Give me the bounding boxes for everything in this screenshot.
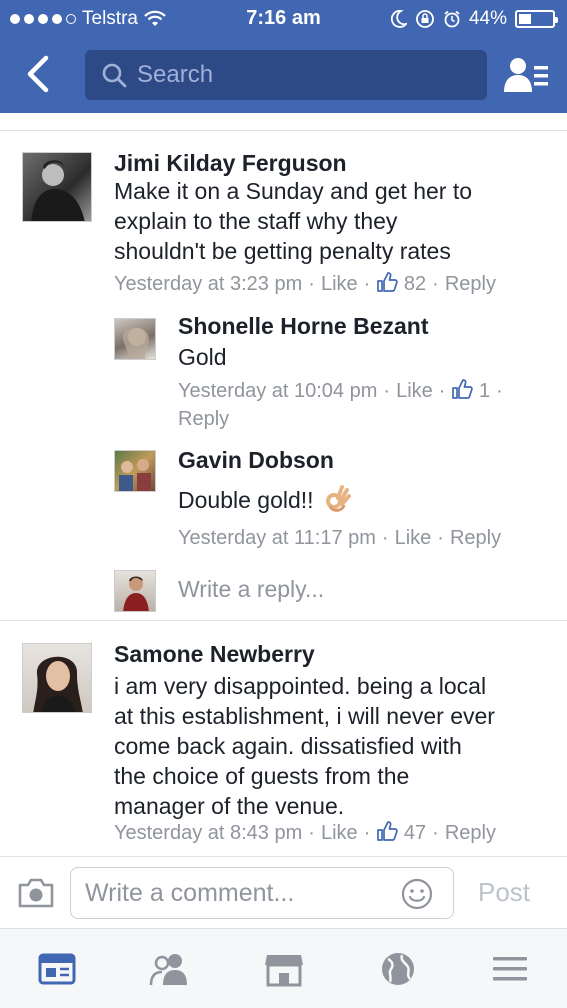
status-bar: Telstra 7:16 am 44% <box>0 0 567 36</box>
like-thumb-icon <box>452 379 474 399</box>
avatar[interactable] <box>22 643 92 713</box>
battery-icon <box>515 10 558 28</box>
comment-text: i am very disappointed. being a local at… <box>114 671 559 821</box>
divider <box>0 620 567 621</box>
comment-composer: Post <box>0 856 567 928</box>
comment-meta: Yesterday at 8:43 pm · Like · 47 · Reply <box>114 821 496 844</box>
reply-link[interactable]: Reply <box>445 822 496 844</box>
comment-text-line: come back again. dissatisfied with <box>114 733 462 759</box>
comment-text: Double gold!! <box>178 484 352 515</box>
comment-input[interactable] <box>85 868 385 918</box>
comment-text-line: i am very disappointed. being a local <box>114 673 487 699</box>
comment-text-line: Make it on a Sunday and get her to <box>114 178 473 204</box>
divider <box>0 130 567 131</box>
tab-bar <box>0 928 567 1008</box>
avatar <box>114 570 156 612</box>
marketplace-icon[interactable] <box>262 949 306 989</box>
like-thumb-icon <box>377 821 399 841</box>
comment-text-line: manager of the venue. <box>114 793 345 819</box>
ok-hand-emoji-icon <box>325 485 351 512</box>
search-bar[interactable] <box>85 50 487 100</box>
post-button[interactable]: Post <box>478 877 530 908</box>
avatar[interactable] <box>114 318 156 360</box>
comment-text-line: the choice of guests from the <box>114 763 410 789</box>
news-feed-icon[interactable] <box>36 949 80 989</box>
comment-time[interactable]: Yesterday at 11:17 pm <box>178 527 376 549</box>
search-icon <box>102 63 127 88</box>
reply-link[interactable]: Reply <box>445 273 496 295</box>
comment-text: Make it on a Sunday and get her to expla… <box>114 176 554 266</box>
like-link[interactable]: Like <box>396 380 433 402</box>
comment-time[interactable]: Yesterday at 8:43 pm <box>114 822 302 844</box>
comment-text-line: at this establishment, i will never ever <box>114 703 495 729</box>
avatar[interactable] <box>22 152 92 222</box>
like-link[interactable]: Like <box>321 273 358 295</box>
reply-link[interactable]: Reply <box>178 408 229 430</box>
commenter-name[interactable]: Gavin Dobson <box>178 447 334 474</box>
like-count[interactable]: 82 <box>404 273 426 295</box>
comment-text-line: shouldn't be getting penalty rates <box>114 238 451 264</box>
globe-icon[interactable] <box>376 949 420 989</box>
menu-icon[interactable] <box>488 949 532 989</box>
comment-meta: Yesterday at 3:23 pm · Like · 82 · Reply <box>114 272 496 295</box>
top-bar: Telstra 7:16 am 44% <box>0 0 567 113</box>
comment-text-line: explain to the staff why they <box>114 208 398 234</box>
comment-text: Gold <box>178 344 227 370</box>
like-count[interactable]: 1 <box>479 380 490 402</box>
like-link[interactable]: Like <box>395 527 432 549</box>
commenter-name[interactable]: Shonelle Horne Bezant <box>178 313 428 340</box>
like-link[interactable]: Like <box>321 822 358 844</box>
battery-percent: 44% <box>468 8 507 29</box>
comment-box[interactable] <box>70 867 454 919</box>
search-input[interactable] <box>137 50 477 100</box>
like-thumb-icon <box>377 272 399 292</box>
comment-text-body: Double gold!! <box>178 487 314 513</box>
back-chevron-icon[interactable] <box>22 54 58 94</box>
friend-list-icon[interactable] <box>502 56 550 94</box>
camera-icon[interactable] <box>17 877 55 909</box>
comment-time[interactable]: Yesterday at 3:23 pm <box>114 273 302 295</box>
moon-icon <box>390 10 407 28</box>
rotation-lock-icon <box>416 10 434 28</box>
comment-time[interactable]: Yesterday at 10:04 pm <box>178 380 377 402</box>
write-reply-input[interactable]: Write a reply... <box>178 576 324 603</box>
avatar[interactable] <box>114 450 156 492</box>
reply-link[interactable]: Reply <box>450 527 501 549</box>
comment-meta: Yesterday at 10:04 pm · Like · 1 · Reply <box>178 379 503 430</box>
commenter-name[interactable]: Jimi Kilday Ferguson <box>114 150 347 177</box>
alarm-icon <box>444 10 460 28</box>
like-count[interactable]: 47 <box>404 822 426 844</box>
friends-icon[interactable] <box>148 949 192 989</box>
smiley-icon[interactable] <box>401 878 433 910</box>
comment-meta: Yesterday at 11:17 pm · Like · Reply <box>178 527 502 549</box>
commenter-name[interactable]: Samone Newberry <box>114 641 315 668</box>
